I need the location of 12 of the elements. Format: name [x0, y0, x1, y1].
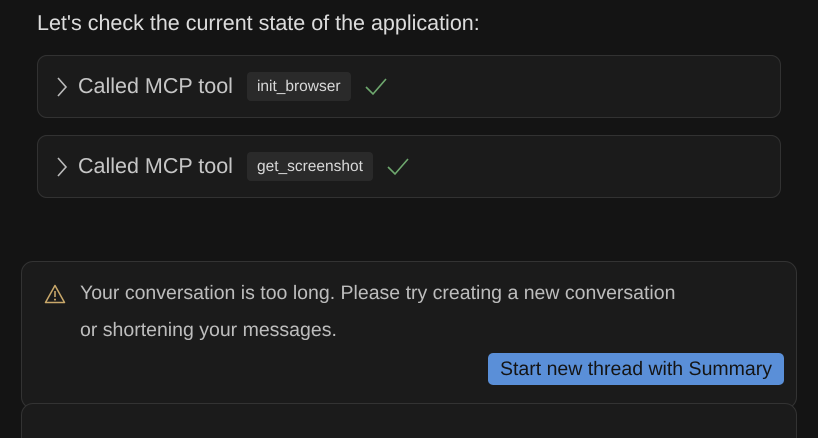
- summary-thread-button[interactable]: Start new thread with Summary: [488, 353, 784, 385]
- warning-icon: [44, 284, 66, 304]
- alert-message: Your conversation is too long. Please try creating a new conversation or shortening your messages.: [80, 281, 676, 343]
- tool-call-card[interactable]: Called MCP tool get_screenshot: [37, 135, 781, 198]
- tool-call-label: Called MCP tool: [78, 73, 233, 100]
- chevron-icon[interactable]: [56, 156, 68, 176]
- tool-call-card[interactable]: Called MCP tool init_browser: [37, 55, 781, 118]
- tool-name: init_browser: [246, 72, 351, 102]
- heading: Let's check the current state of the application:: [37, 10, 481, 37]
- tool-name: get_screenshot: [246, 152, 373, 182]
- tool-call-label: Called MCP tool: [78, 153, 233, 180]
- chevron-icon[interactable]: [56, 76, 68, 96]
